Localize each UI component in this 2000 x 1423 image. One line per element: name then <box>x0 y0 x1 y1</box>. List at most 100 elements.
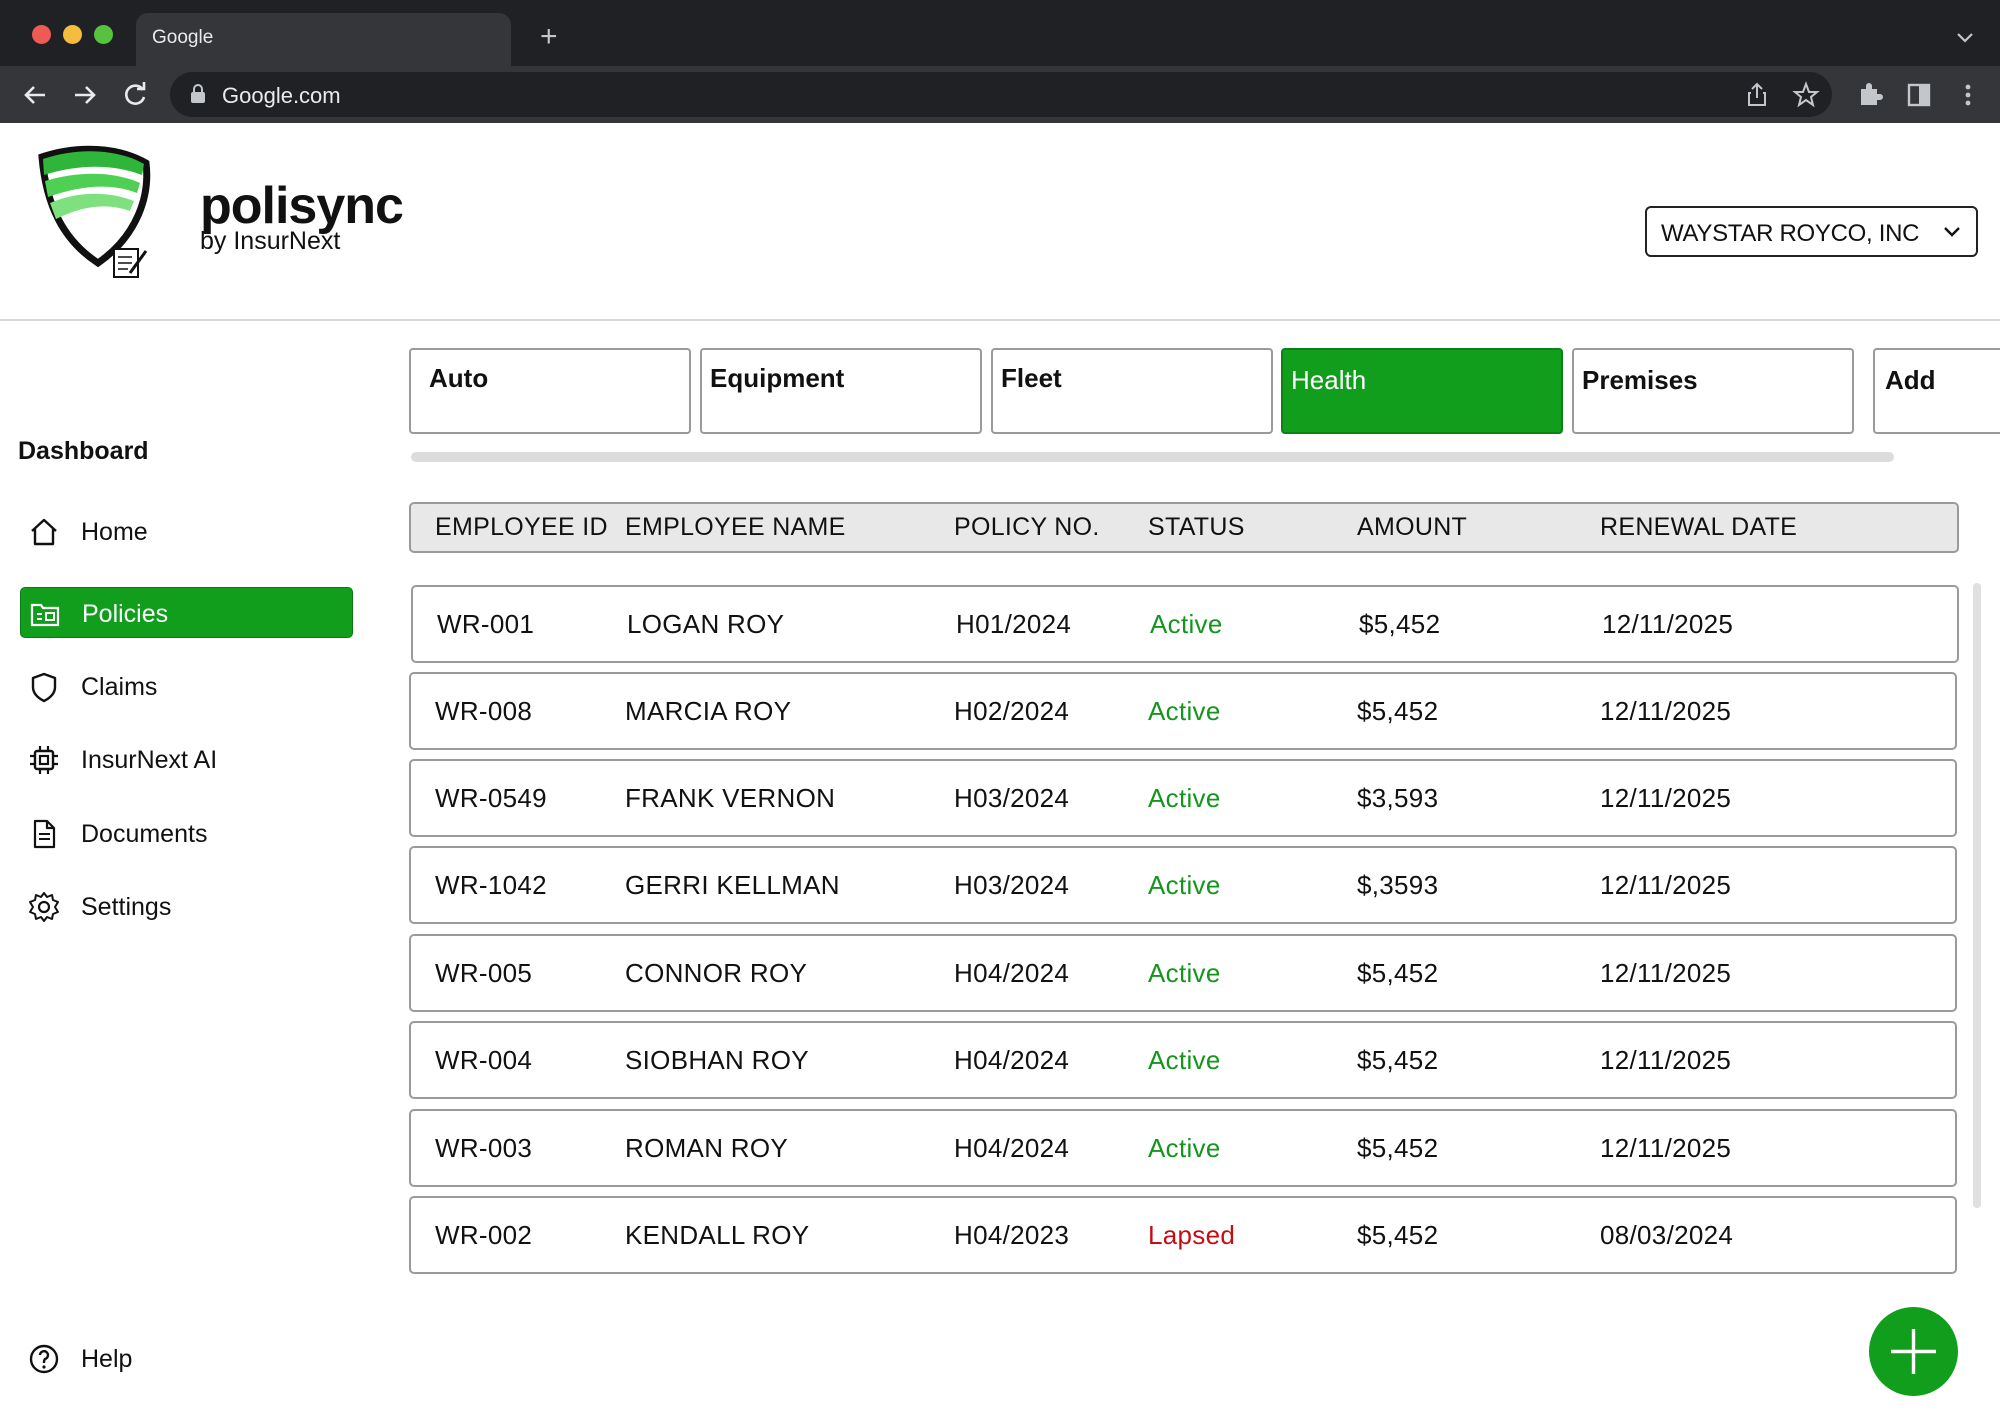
browser-tabbar: Google + <box>0 0 2000 66</box>
gear-icon <box>29 892 59 922</box>
status-cell: Lapsed <box>1148 1220 1236 1250</box>
table-row[interactable]: WR-0549 FRANK VERNON H03/2024 Active $3,… <box>409 759 1957 837</box>
sidebar-item-label: Home <box>81 518 148 546</box>
add-policy-button[interactable] <box>1869 1307 1958 1396</box>
document-icon <box>33 819 56 849</box>
sidebar-item-home[interactable]: Home <box>20 506 353 557</box>
status-cell: Active <box>1148 696 1221 726</box>
close-window-button[interactable] <box>32 25 51 44</box>
amount-cell: $5,452 <box>1357 696 1439 726</box>
sidebar-item-documents[interactable]: Documents <box>20 808 353 859</box>
sidebar-item-policies[interactable]: Policies <box>20 587 353 638</box>
bookmark-star-icon[interactable] <box>1792 81 1820 109</box>
table-row[interactable]: WR-002 KENDALL ROY H04/2023 Lapsed $5,45… <box>409 1196 1957 1274</box>
extensions-icon[interactable] <box>1855 80 1885 110</box>
employee-name-cell: LOGAN ROY <box>627 609 785 639</box>
sidebar: Dashboard Home Policies Claims InsurNext… <box>0 323 380 1423</box>
company-selector-value: WAYSTAR ROYCO, INC <box>1661 220 1920 247</box>
sidebar-item-label: InsurNext AI <box>81 746 218 774</box>
sidebar-item-label: Settings <box>81 893 172 921</box>
back-arrow-icon[interactable] <box>20 80 50 110</box>
tab-equipment[interactable]: Equipment <box>700 348 982 434</box>
chevron-down-icon[interactable] <box>1954 26 1976 48</box>
column-header[interactable]: RENEWAL DATE <box>1600 513 1797 542</box>
url-text: Google.com <box>222 83 341 108</box>
table-row[interactable]: WR-003 ROMAN ROY H04/2024 Active $5,452 … <box>409 1109 1957 1187</box>
renewal-date-cell: 12/11/2025 <box>1600 958 1732 988</box>
status-cell: Active <box>1150 609 1223 639</box>
tab-label: Add <box>1885 365 1936 395</box>
policy-number-cell: H04/2024 <box>954 1133 1070 1163</box>
new-tab-button[interactable]: + <box>540 22 558 52</box>
tab-add[interactable]: Add <box>1873 348 2000 434</box>
table-row[interactable]: WR-004 SIOBHAN ROY H04/2024 Active $5,45… <box>409 1021 1957 1099</box>
sidebar-item-label: Claims <box>81 673 158 701</box>
company-selector[interactable]: WAYSTAR ROYCO, INC <box>1645 206 1978 257</box>
status-cell: Active <box>1148 783 1221 813</box>
sidebar-item-insurnext-ai[interactable]: InsurNext AI <box>20 734 353 785</box>
policy-number-cell: H04/2024 <box>954 1045 1070 1075</box>
employee-name-cell: GERRI KELLMAN <box>625 870 840 900</box>
column-header[interactable]: EMPLOYEE NAME <box>625 513 846 542</box>
tab-auto[interactable]: Auto <box>409 348 691 434</box>
tab-fleet[interactable]: Fleet <box>991 348 1273 434</box>
help-circle-icon <box>29 1344 59 1374</box>
renewal-date-cell: 08/03/2024 <box>1600 1220 1734 1250</box>
home-icon <box>31 518 57 546</box>
category-scrollbar[interactable] <box>411 452 1894 462</box>
employee-id-cell: WR-004 <box>435 1045 533 1075</box>
folder-icon <box>30 603 60 627</box>
policy-number-cell: H03/2024 <box>954 870 1070 900</box>
category-tabs: Auto Equipment Fleet Health Premises Add <box>409 348 2000 434</box>
table-row[interactable]: WR-005 CONNOR ROY H04/2024 Active $5,452… <box>409 934 1957 1012</box>
reload-icon[interactable] <box>120 80 150 110</box>
amount-cell: $,3593 <box>1357 870 1439 900</box>
renewal-date-cell: 12/11/2025 <box>1600 696 1732 726</box>
employee-name-cell: SIOBHAN ROY <box>625 1045 809 1075</box>
employee-name-cell: ROMAN ROY <box>625 1133 789 1163</box>
table-row[interactable]: WR-001 LOGAN ROY H01/2024 Active $5,452 … <box>411 585 1959 663</box>
browser-tab[interactable]: Google <box>136 13 511 66</box>
employee-name-cell: FRANK VERNON <box>625 783 836 813</box>
lock-icon <box>191 84 205 103</box>
table-row[interactable]: WR-008 MARCIA ROY H02/2024 Active $5,452… <box>409 672 1957 750</box>
policy-number-cell: H01/2024 <box>956 609 1072 639</box>
kebab-menu-icon[interactable] <box>1953 80 1983 110</box>
renewal-date-cell: 12/11/2025 <box>1600 783 1732 813</box>
column-header[interactable]: EMPLOYEE ID <box>435 513 608 542</box>
sidebar-item-claims[interactable]: Claims <box>20 661 353 712</box>
help-label: Help <box>81 1345 133 1373</box>
status-cell: Active <box>1148 870 1221 900</box>
tab-label: Premises <box>1582 365 1698 395</box>
sidebar-title: Dashboard <box>18 437 149 465</box>
browser-tab-title: Google <box>152 27 214 48</box>
side-panel-icon[interactable] <box>1904 80 1934 110</box>
column-header[interactable]: AMOUNT <box>1357 513 1467 542</box>
renewal-date-cell: 12/11/2025 <box>1600 1045 1732 1075</box>
chevron-down-icon <box>1944 227 1960 237</box>
share-icon[interactable] <box>1743 81 1771 109</box>
tab-health[interactable]: Health <box>1281 348 1563 434</box>
status-cell: Active <box>1148 958 1221 988</box>
minimize-window-button[interactable] <box>63 25 82 44</box>
table-scrollbar[interactable] <box>1973 583 1981 1208</box>
forward-arrow-icon[interactable] <box>70 80 100 110</box>
amount-cell: $5,452 <box>1357 1133 1439 1163</box>
table-row[interactable]: WR-1042 GERRI KELLMAN H03/2024 Active $,… <box>409 846 1957 924</box>
amount-cell: $3,593 <box>1357 783 1439 813</box>
sidebar-item-label: Documents <box>81 820 208 848</box>
address-bar[interactable]: Google.com <box>170 72 1832 117</box>
renewal-date-cell: 12/11/2025 <box>1600 1133 1732 1163</box>
help-link[interactable]: Help <box>20 1333 220 1383</box>
employee-id-cell: WR-001 <box>437 609 535 639</box>
policy-number-cell: H04/2023 <box>954 1220 1070 1250</box>
column-header[interactable]: POLICY NO. <box>954 513 1100 542</box>
chip-icon <box>30 746 58 774</box>
plus-icon <box>1891 1329 1936 1374</box>
maximize-window-button[interactable] <box>94 25 113 44</box>
column-header[interactable]: STATUS <box>1148 513 1245 542</box>
sidebar-item-settings[interactable]: Settings <box>20 881 353 932</box>
tab-premises[interactable]: Premises <box>1572 348 1854 434</box>
employee-id-cell: WR-002 <box>435 1220 533 1250</box>
renewal-date-cell: 12/11/2025 <box>1602 609 1734 639</box>
